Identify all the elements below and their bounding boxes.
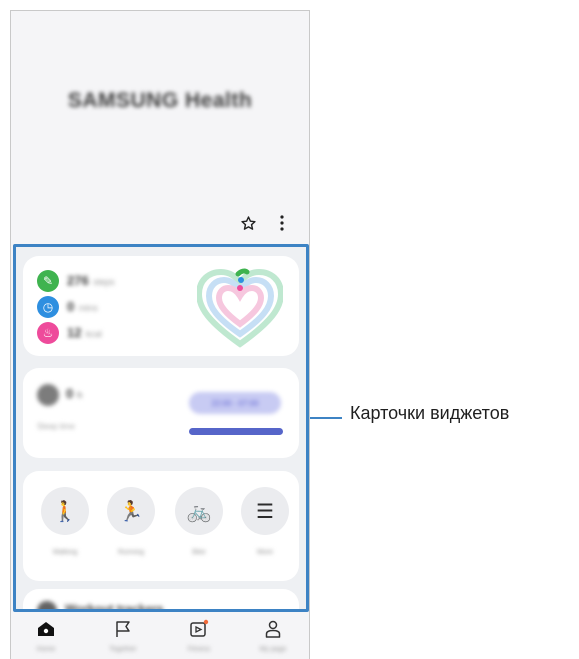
callout-line <box>310 417 342 419</box>
workout-more-label: More <box>257 549 273 556</box>
nav-home-label: Home <box>36 646 56 653</box>
sleep-card[interactable]: 0 h Sleep time 22:00 - 07:00 <box>23 368 299 458</box>
bed-icon <box>37 384 59 406</box>
nav-my-page-label: My page <box>259 646 287 653</box>
nav-fitness-label: Fitness <box>187 646 211 653</box>
star-icon[interactable] <box>239 214 257 232</box>
workout-more[interactable]: ☰ More <box>241 487 289 556</box>
workout-running-label: Running <box>117 549 145 556</box>
steps-metric: ✎ 276 steps <box>37 270 115 292</box>
app-title: SAMSUNG Health <box>67 89 253 112</box>
activity-card[interactable]: ✎ 276 steps ◷ 0 mins ♨ 12 kcal <box>23 256 299 356</box>
workout-running[interactable]: 🏃 Running <box>107 487 155 556</box>
calories-unit: kcal <box>85 329 102 339</box>
clock-icon: ◷ <box>37 296 59 318</box>
workout-bike-label: Bike <box>192 549 206 556</box>
phone-screen: SAMSUNG Health ✎ 276 steps ◷ 0 mins ♨ 12… <box>10 10 310 659</box>
stopwatch-icon <box>37 601 57 609</box>
workout-bike[interactable]: 🚲 Bike <box>175 487 223 556</box>
flame-icon: ♨ <box>37 322 59 344</box>
nav-together[interactable]: Together <box>93 618 153 653</box>
nav-together-label: Together <box>109 646 137 653</box>
bottom-navigation: Home Together Fitness My page <box>11 614 309 659</box>
widget-cards-area: ✎ 276 steps ◷ 0 mins ♨ 12 kcal 0 h Sleep… <box>13 244 309 612</box>
active-time-metric: ◷ 0 mins <box>37 296 98 318</box>
steps-value: 276 <box>67 273 89 288</box>
callout-label: Карточки виджетов <box>350 403 510 423</box>
nav-home[interactable]: Home <box>16 618 76 653</box>
person-icon <box>243 618 303 640</box>
running-icon: 🏃 <box>107 487 155 535</box>
sleep-hours: 0 <box>66 386 74 401</box>
nav-fitness[interactable]: Fitness <box>169 618 229 653</box>
calories-metric: ♨ 12 kcal <box>37 322 102 344</box>
calories-value: 12 <box>67 325 82 340</box>
walking-icon: 🚶 <box>41 487 89 535</box>
workout-walking-label: Walking <box>52 549 78 556</box>
fitness-icon <box>169 618 229 640</box>
workout-tracker-card[interactable]: Workout trackers <box>23 589 299 612</box>
list-icon: ☰ <box>241 487 289 535</box>
sleep-value: 0 h <box>66 386 82 401</box>
steps-unit: steps <box>93 277 115 287</box>
nav-my-page[interactable]: My page <box>243 618 303 653</box>
steps-icon: ✎ <box>37 270 59 292</box>
flag-icon <box>93 618 153 640</box>
more-options-icon[interactable] <box>273 214 291 232</box>
sleep-schedule-pill: 22:00 - 07:00 <box>189 392 281 414</box>
active-time-value: 0 <box>67 299 75 314</box>
workout-tracker-title: Workout trackers <box>65 602 164 612</box>
activity-heart-icon <box>197 268 283 348</box>
sleep-label: Sleep time <box>37 422 75 431</box>
sleep-unit: h <box>76 390 83 400</box>
workouts-card: 🚶 Walking 🏃 Running 🚲 Bike ☰ More <box>23 471 299 581</box>
workout-walking[interactable]: 🚶 Walking <box>41 487 89 556</box>
top-actions <box>239 214 291 232</box>
bike-icon: 🚲 <box>175 487 223 535</box>
active-time-unit: mins <box>78 303 98 313</box>
sleep-progress-bar <box>189 428 283 435</box>
home-icon <box>16 618 76 640</box>
